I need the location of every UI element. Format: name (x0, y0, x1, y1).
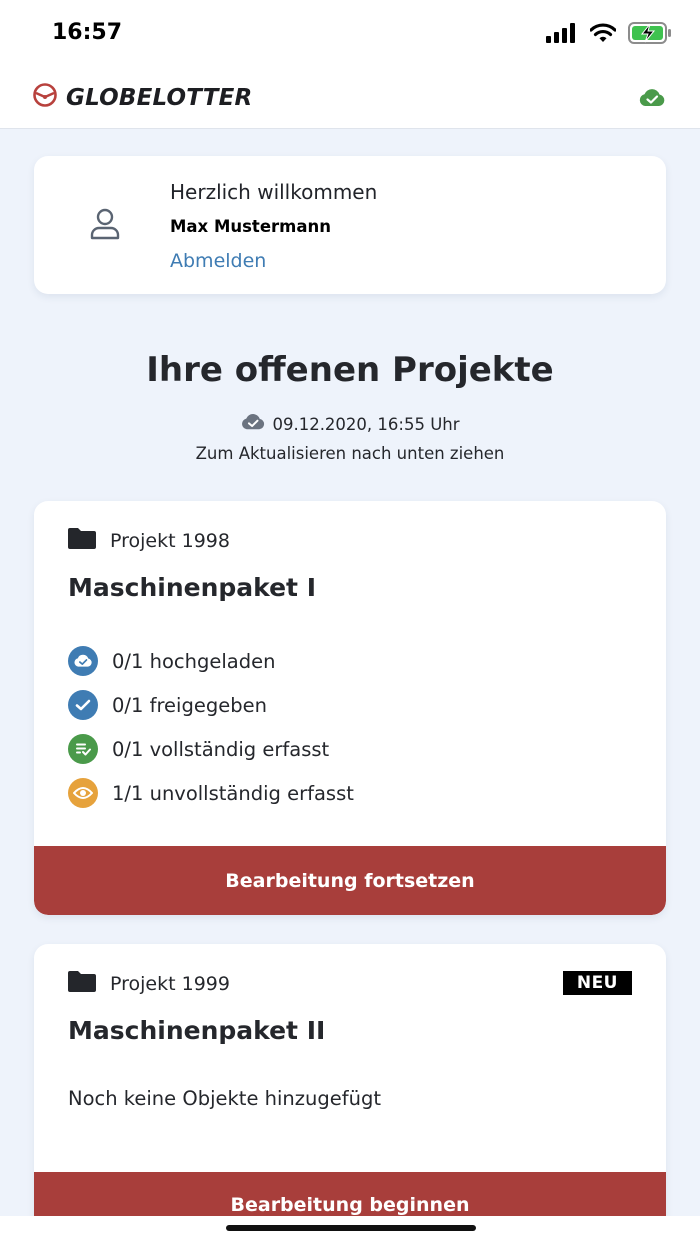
wifi-icon (589, 23, 617, 48)
folder-icon (68, 527, 96, 554)
project-stats: 0/1 hochgeladen 0/1 freigegeben 0/1 voll… (68, 639, 354, 815)
globelotter-logo-icon (32, 82, 58, 113)
user-icon (90, 208, 120, 245)
cellular-signal-icon (546, 23, 578, 48)
project-card: Projekt 1999 NEU Maschinenpaket II Noch … (34, 944, 666, 1244)
check-icon (68, 690, 98, 720)
project-number-row: Projekt 1998 (68, 527, 230, 554)
stat-incomplete: 1/1 unvollständig erfasst (68, 771, 354, 815)
continue-editing-button[interactable]: Bearbeitung fortsetzen (34, 846, 666, 915)
welcome-greeting: Herzlich willkommen (170, 180, 378, 204)
status-icons (546, 22, 672, 49)
home-indicator[interactable] (226, 1225, 476, 1231)
empty-objects-text: Noch keine Objekte hinzugefügt (68, 1087, 381, 1110)
welcome-card: Herzlich willkommen Max Mustermann Abmel… (34, 156, 666, 294)
project-name: Maschinenpaket I (68, 573, 316, 602)
brand-name: GLOBELOTTER (66, 84, 253, 111)
project-number: Projekt 1998 (110, 529, 230, 552)
project-name: Maschinenpaket II (68, 1016, 326, 1045)
stat-label: 0/1 hochgeladen (112, 649, 276, 673)
refresh-hint: Zum Aktualisieren nach unten ziehen (195, 444, 505, 463)
stat-label: 0/1 vollständig erfasst (112, 737, 330, 761)
list-check-icon (68, 734, 98, 764)
cloud-upload-icon (68, 646, 98, 676)
folder-icon (68, 970, 96, 997)
app-header: GLOBELOTTER (0, 70, 700, 129)
cloud-check-icon[interactable] (638, 88, 666, 113)
new-badge: NEU (562, 971, 632, 995)
cloud-check-icon (240, 413, 266, 435)
page-title: Ihre offenen Projekte (146, 350, 554, 390)
battery-charging-icon (628, 22, 672, 49)
last-sync-time: 09.12.2020, 16:55 Uhr (272, 414, 460, 434)
eye-icon (68, 778, 98, 808)
stat-label: 1/1 unvollständig erfasst (112, 781, 354, 805)
status-time: 16:57 (52, 20, 123, 45)
stat-uploaded: 0/1 hochgeladen (68, 639, 354, 683)
stat-approved: 0/1 freigegeben (68, 683, 354, 727)
user-name: Max Mustermann (170, 217, 331, 236)
last-sync-row: 09.12.2020, 16:55 Uhr (0, 413, 700, 435)
status-bar: 16:57 (0, 0, 700, 70)
stat-label: 0/1 freigegeben (112, 693, 267, 717)
project-number: Projekt 1999 (110, 972, 230, 995)
project-number-row: Projekt 1999 (68, 970, 230, 997)
stat-complete: 0/1 vollständig erfasst (68, 727, 354, 771)
logout-link[interactable]: Abmelden (170, 250, 266, 272)
brand[interactable]: GLOBELOTTER (32, 82, 252, 113)
project-card: Projekt 1998 Maschinenpaket I 0/1 hochge… (34, 501, 666, 915)
